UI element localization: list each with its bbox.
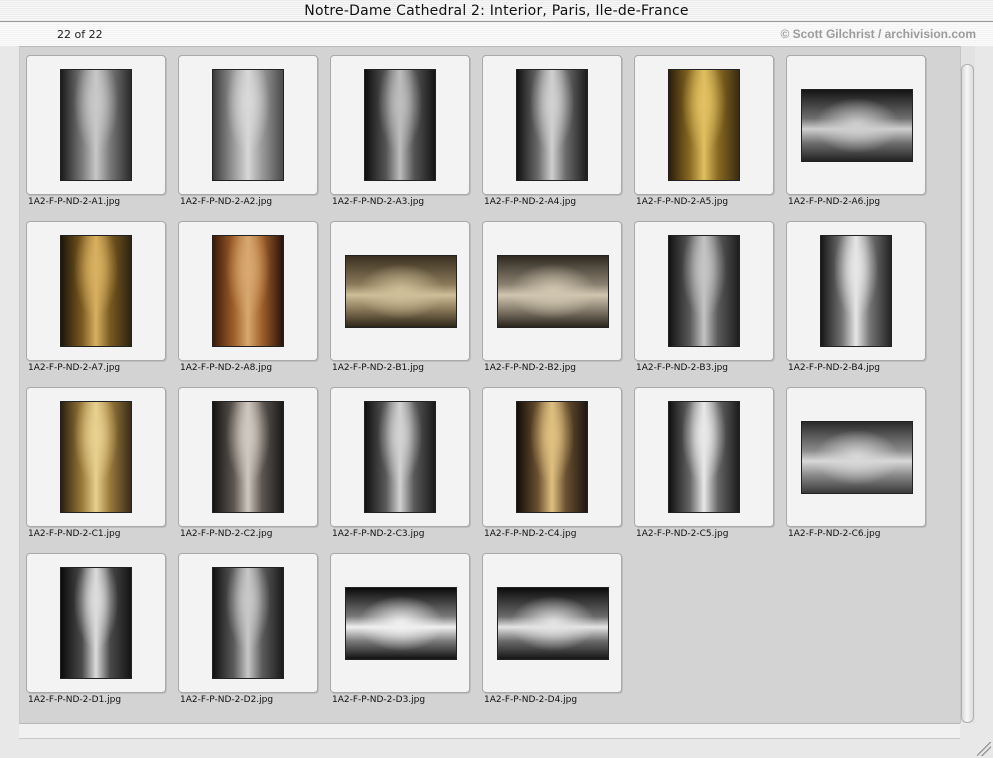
thumbnail-filename: 1A2-F-P-ND-2-A8.jpg — [180, 363, 273, 373]
thumbnail-filename: 1A2-F-P-ND-2-A4.jpg — [484, 197, 577, 207]
photo-thumbnail[interactable] — [516, 401, 588, 513]
photo-thumbnail[interactable] — [364, 401, 436, 513]
photo-thumbnail[interactable] — [497, 587, 609, 660]
slide-frame[interactable] — [26, 221, 166, 361]
photo-thumbnail[interactable] — [60, 235, 132, 347]
thumbnail-item[interactable]: 1A2-F-P-ND-2-C6.jpg — [786, 387, 926, 553]
slide-frame[interactable] — [482, 553, 622, 693]
thumbnail-item[interactable]: 1A2-F-P-ND-2-A4.jpg — [482, 55, 622, 221]
thumbnail-filename: 1A2-F-P-ND-2-B2.jpg — [484, 363, 577, 373]
thumbnail-grid: 1A2-F-P-ND-2-A1.jpg 1A2-F-P-ND-2-A2.jpg 1A… — [19, 46, 960, 723]
info-bar: 22 of 22 © Scott Gilchrist / archivision… — [0, 22, 993, 46]
copyright-text: © Scott Gilchrist / archivision.com — [780, 27, 976, 41]
photo-thumbnail[interactable] — [516, 69, 588, 181]
thumbnail-item[interactable]: 1A2-F-P-ND-2-A7.jpg — [26, 221, 166, 387]
thumbnail-item[interactable]: 1A2-F-P-ND-2-B2.jpg — [482, 221, 622, 387]
photo-thumbnail[interactable] — [801, 421, 913, 494]
thumbnail-item[interactable]: 1A2-F-P-ND-2-B4.jpg — [786, 221, 926, 387]
photo-thumbnail[interactable] — [497, 255, 609, 328]
photo-thumbnail[interactable] — [212, 69, 284, 181]
thumbnail-item[interactable]: 1A2-F-P-ND-2-D2.jpg — [178, 553, 318, 719]
slide-frame[interactable] — [178, 553, 318, 693]
photo-thumbnail[interactable] — [60, 401, 132, 513]
thumbnail-item[interactable]: 1A2-F-P-ND-2-C4.jpg — [482, 387, 622, 553]
thumbnail-item[interactable]: 1A2-F-P-ND-2-C5.jpg — [634, 387, 774, 553]
thumbnail-filename: 1A2-F-P-ND-2-A5.jpg — [636, 197, 729, 207]
photo-thumbnail[interactable] — [801, 89, 913, 162]
thumbnail-filename: 1A2-F-P-ND-2-C6.jpg — [788, 529, 881, 539]
thumbnail-filename: 1A2-F-P-ND-2-A1.jpg — [28, 197, 121, 207]
thumbnail-filename: 1A2-F-P-ND-2-B1.jpg — [332, 363, 425, 373]
resize-grip-icon[interactable] — [977, 742, 991, 756]
photo-thumbnail[interactable] — [364, 69, 436, 181]
slide-frame[interactable] — [26, 55, 166, 195]
thumbnail-filename: 1A2-F-P-ND-2-B4.jpg — [788, 363, 881, 373]
slide-frame[interactable] — [786, 55, 926, 195]
slide-frame[interactable] — [482, 221, 622, 361]
slide-frame[interactable] — [786, 387, 926, 527]
thumbnail-item[interactable]: 1A2-F-P-ND-2-A1.jpg — [26, 55, 166, 221]
thumbnail-item[interactable]: 1A2-F-P-ND-2-C2.jpg — [178, 387, 318, 553]
photo-thumbnail[interactable] — [212, 401, 284, 513]
thumbnail-filename: 1A2-F-P-ND-2-C4.jpg — [484, 529, 577, 539]
slide-frame[interactable] — [786, 221, 926, 361]
thumbnail-item[interactable]: 1A2-F-P-ND-2-D4.jpg — [482, 553, 622, 719]
slide-frame[interactable] — [330, 387, 470, 527]
slide-frame[interactable] — [330, 221, 470, 361]
thumbnail-filename: 1A2-F-P-ND-2-C5.jpg — [636, 529, 729, 539]
thumbnail-item[interactable]: 1A2-F-P-ND-2-D3.jpg — [330, 553, 470, 719]
thumbnail-filename: 1A2-F-P-ND-2-D3.jpg — [332, 695, 426, 705]
thumbnail-item[interactable]: 1A2-F-P-ND-2-B1.jpg — [330, 221, 470, 387]
thumbnail-filename: 1A2-F-P-ND-2-B3.jpg — [636, 363, 729, 373]
thumbnail-filename: 1A2-F-P-ND-2-C2.jpg — [180, 529, 273, 539]
thumbnail-item[interactable]: 1A2-F-P-ND-2-A8.jpg — [178, 221, 318, 387]
thumbnail-filename: 1A2-F-P-ND-2-D1.jpg — [28, 695, 122, 705]
thumbnail-item[interactable]: 1A2-F-P-ND-2-B3.jpg — [634, 221, 774, 387]
slide-frame[interactable] — [178, 55, 318, 195]
thumbnail-filename: 1A2-F-P-ND-2-C1.jpg — [28, 529, 121, 539]
photo-thumbnail[interactable] — [212, 235, 284, 347]
photo-thumbnail[interactable] — [345, 587, 457, 660]
thumbnail-item[interactable]: 1A2-F-P-ND-2-C1.jpg — [26, 387, 166, 553]
photo-thumbnail[interactable] — [60, 567, 132, 679]
thumbnail-item[interactable]: 1A2-F-P-ND-2-A2.jpg — [178, 55, 318, 221]
slide-frame[interactable] — [330, 55, 470, 195]
thumbnail-filename: 1A2-F-P-ND-2-A3.jpg — [332, 197, 425, 207]
slide-frame[interactable] — [330, 553, 470, 693]
slide-frame[interactable] — [178, 387, 318, 527]
thumbnail-item[interactable]: 1A2-F-P-ND-2-A6.jpg — [786, 55, 926, 221]
thumbnail-filename: 1A2-F-P-ND-2-C3.jpg — [332, 529, 425, 539]
slide-frame[interactable] — [178, 221, 318, 361]
thumbnail-filename: 1A2-F-P-ND-2-D2.jpg — [180, 695, 274, 705]
slide-frame[interactable] — [482, 55, 622, 195]
thumbnail-filename: 1A2-F-P-ND-2-D4.jpg — [484, 695, 578, 705]
photo-thumbnail[interactable] — [668, 69, 740, 181]
slide-frame[interactable] — [482, 387, 622, 527]
photo-thumbnail[interactable] — [668, 401, 740, 513]
image-count: 22 of 22 — [57, 28, 103, 41]
thumbnail-filename: 1A2-F-P-ND-2-A6.jpg — [788, 197, 881, 207]
slide-frame[interactable] — [634, 387, 774, 527]
slide-frame[interactable] — [26, 387, 166, 527]
thumbnail-item[interactable]: 1A2-F-P-ND-2-D1.jpg — [26, 553, 166, 719]
thumbnail-item[interactable]: 1A2-F-P-ND-2-A5.jpg — [634, 55, 774, 221]
slide-frame[interactable] — [26, 553, 166, 693]
title-bar[interactable]: Notre-Dame Cathedral 2: Interior, Paris,… — [0, 0, 993, 22]
photo-thumbnail[interactable] — [820, 235, 892, 347]
thumbnail-item[interactable]: 1A2-F-P-ND-2-A3.jpg — [330, 55, 470, 221]
photo-thumbnail[interactable] — [345, 255, 457, 328]
horizontal-scrollbar[interactable] — [19, 723, 960, 739]
photo-thumbnail[interactable] — [60, 69, 132, 181]
slide-frame[interactable] — [634, 55, 774, 195]
thumbnail-item[interactable]: 1A2-F-P-ND-2-C3.jpg — [330, 387, 470, 553]
slide-frame[interactable] — [634, 221, 774, 361]
photo-thumbnail[interactable] — [212, 567, 284, 679]
photo-thumbnail[interactable] — [668, 235, 740, 347]
window-title: Notre-Dame Cathedral 2: Interior, Paris,… — [304, 3, 689, 19]
thumbnail-filename: 1A2-F-P-ND-2-A2.jpg — [180, 197, 273, 207]
vertical-scroll-thumb[interactable] — [961, 64, 974, 723]
thumbnail-filename: 1A2-F-P-ND-2-A7.jpg — [28, 363, 121, 373]
